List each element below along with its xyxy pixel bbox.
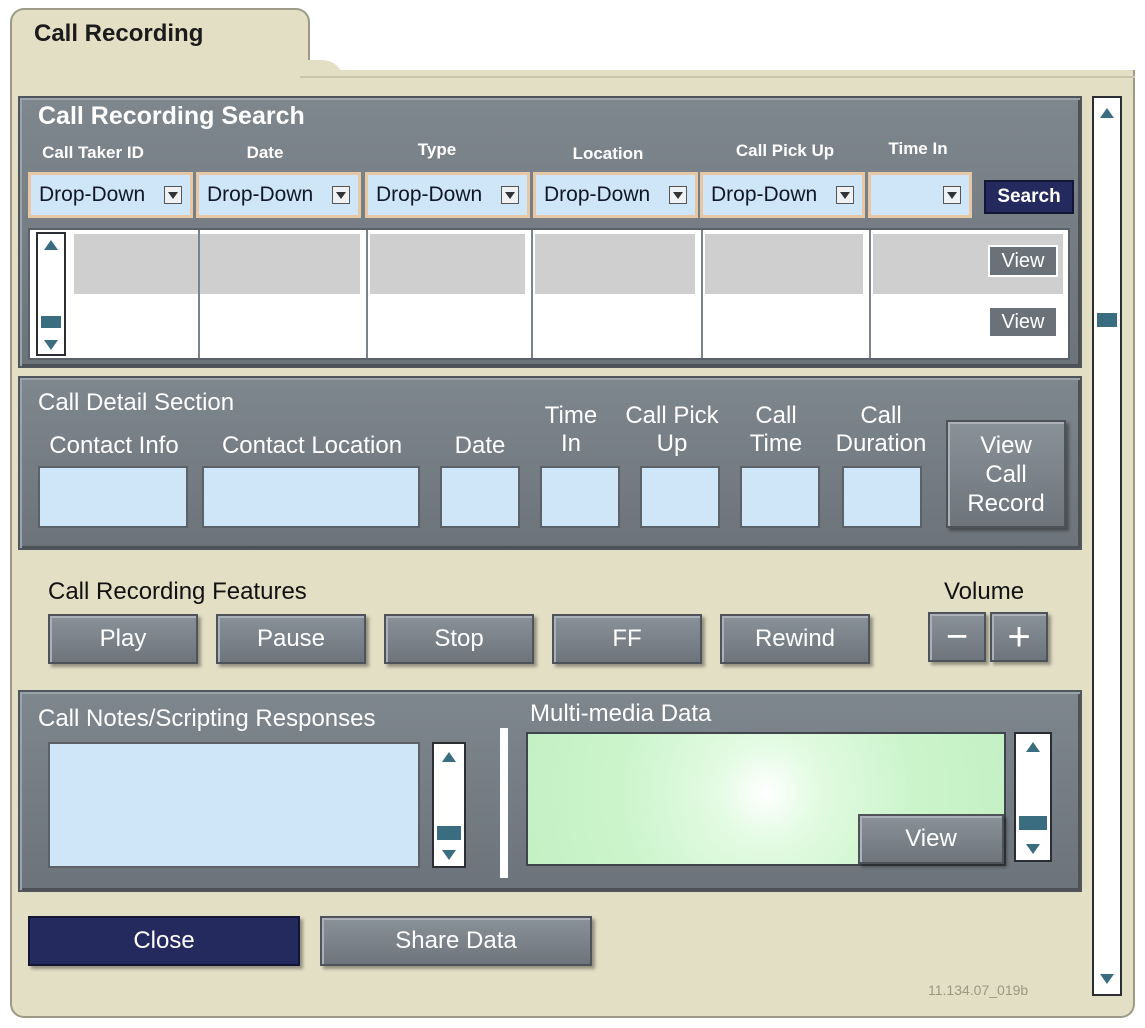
column-header-call-pick-up: Call Pick Up xyxy=(735,141,835,160)
dropdown-type[interactable]: Drop-Down xyxy=(365,172,530,218)
share-data-button[interactable]: Share Data xyxy=(320,916,592,966)
chevron-down-icon[interactable] xyxy=(836,186,854,204)
column-divider xyxy=(701,230,703,358)
column-header-call-taker-id: Call Taker ID xyxy=(42,143,144,162)
stop-button[interactable]: Stop xyxy=(384,614,534,664)
call-notes-title: Call Notes/Scripting Responses xyxy=(38,705,376,732)
scroll-up-icon[interactable] xyxy=(44,240,58,250)
play-button[interactable]: Play xyxy=(48,614,198,664)
results-scrollbar[interactable] xyxy=(36,232,66,356)
scroll-down-icon[interactable] xyxy=(44,340,58,350)
notes-scrollbar[interactable] xyxy=(432,742,466,868)
column-divider xyxy=(531,230,533,358)
dropdown-call-pick-up[interactable]: Drop-Down xyxy=(700,172,865,218)
view-row-button[interactable]: View xyxy=(988,245,1058,277)
table-row-cell xyxy=(370,234,525,294)
volume-up-button[interactable]: + xyxy=(990,612,1048,662)
call-pick-up-field[interactable] xyxy=(640,466,720,528)
scroll-up-icon[interactable] xyxy=(1100,108,1114,118)
dropdown-value: Drop-Down xyxy=(544,183,651,206)
volume-down-button[interactable]: − xyxy=(928,612,986,662)
dropdown-value: Drop-Down xyxy=(207,183,314,206)
table-row-cell xyxy=(705,234,863,294)
call-notes-textarea[interactable] xyxy=(48,742,420,868)
multimedia-view-button[interactable]: View xyxy=(858,814,1004,864)
view-row-button[interactable]: View xyxy=(988,306,1058,338)
chevron-down-icon[interactable] xyxy=(501,186,519,204)
column-divider xyxy=(869,230,871,358)
dropdown-call-taker-id[interactable]: Drop-Down xyxy=(28,172,193,218)
column-divider xyxy=(198,230,200,358)
scroll-thumb[interactable] xyxy=(1097,313,1117,327)
dropdown-value: Drop-Down xyxy=(376,183,483,206)
contact-info-label: Contact Info xyxy=(49,432,179,459)
chevron-down-icon[interactable] xyxy=(164,186,182,204)
table-row[interactable] xyxy=(74,234,360,294)
column-header-date: Date xyxy=(246,143,284,162)
chevron-down-icon[interactable] xyxy=(332,186,350,204)
date-field[interactable] xyxy=(440,466,520,528)
contact-info-field[interactable] xyxy=(38,466,188,528)
scroll-down-icon[interactable] xyxy=(1026,844,1040,854)
table-row-cell xyxy=(535,234,695,294)
column-header-location: Location xyxy=(572,144,644,163)
scroll-up-icon[interactable] xyxy=(442,752,456,762)
dropdown-value: Drop-Down xyxy=(39,183,146,206)
pause-button[interactable]: Pause xyxy=(216,614,366,664)
call-detail-title: Call Detail Section xyxy=(38,389,235,416)
scroll-down-icon[interactable] xyxy=(1100,974,1114,984)
date-label: Date xyxy=(454,432,506,459)
multimedia-title: Multi-media Data xyxy=(530,700,712,727)
call-time-label: Call Time xyxy=(749,402,803,457)
time-in-label: Time In xyxy=(544,402,598,457)
time-in-field[interactable] xyxy=(540,466,620,528)
divider xyxy=(300,76,1135,78)
scroll-thumb[interactable] xyxy=(41,316,61,328)
column-header-time-in: Time In xyxy=(888,139,948,158)
fast-forward-button[interactable]: FF xyxy=(552,614,702,664)
rewind-button[interactable]: Rewind xyxy=(720,614,870,664)
scroll-up-icon[interactable] xyxy=(1026,742,1040,752)
scroll-down-icon[interactable] xyxy=(442,850,456,860)
results-table xyxy=(28,228,1070,360)
features-title: Call Recording Features xyxy=(48,578,307,605)
dropdown-location[interactable]: Drop-Down xyxy=(533,172,698,218)
chevron-down-icon[interactable] xyxy=(943,186,961,204)
call-time-field[interactable] xyxy=(740,466,820,528)
column-divider xyxy=(366,230,368,358)
dropdown-value: Drop-Down xyxy=(711,183,818,206)
scroll-thumb[interactable] xyxy=(437,826,461,840)
view-call-record-button[interactable]: View Call Record xyxy=(946,420,1066,528)
dropdown-date[interactable]: Drop-Down xyxy=(196,172,361,218)
window-title: Call Recording xyxy=(34,20,204,47)
search-button[interactable]: Search xyxy=(984,180,1074,214)
multimedia-scrollbar[interactable] xyxy=(1014,732,1052,862)
dropdown-time-in[interactable] xyxy=(868,172,972,218)
column-header-type: Type xyxy=(417,140,457,159)
call-pick-up-label: Call Pick Up xyxy=(625,402,719,457)
call-duration-label: Call Duration xyxy=(835,402,927,457)
volume-label: Volume xyxy=(944,578,1025,605)
panel-divider xyxy=(500,728,508,878)
contact-location-field[interactable] xyxy=(202,466,420,528)
contact-location-label: Contact Location xyxy=(221,432,403,459)
call-duration-field[interactable] xyxy=(842,466,922,528)
chevron-down-icon[interactable] xyxy=(669,186,687,204)
scroll-thumb[interactable] xyxy=(1019,816,1047,830)
search-title: Call Recording Search xyxy=(38,102,305,130)
close-button[interactable]: Close xyxy=(28,916,300,966)
figure-id: 11.134.07_019b xyxy=(928,982,1029,998)
main-scrollbar[interactable] xyxy=(1092,96,1122,996)
